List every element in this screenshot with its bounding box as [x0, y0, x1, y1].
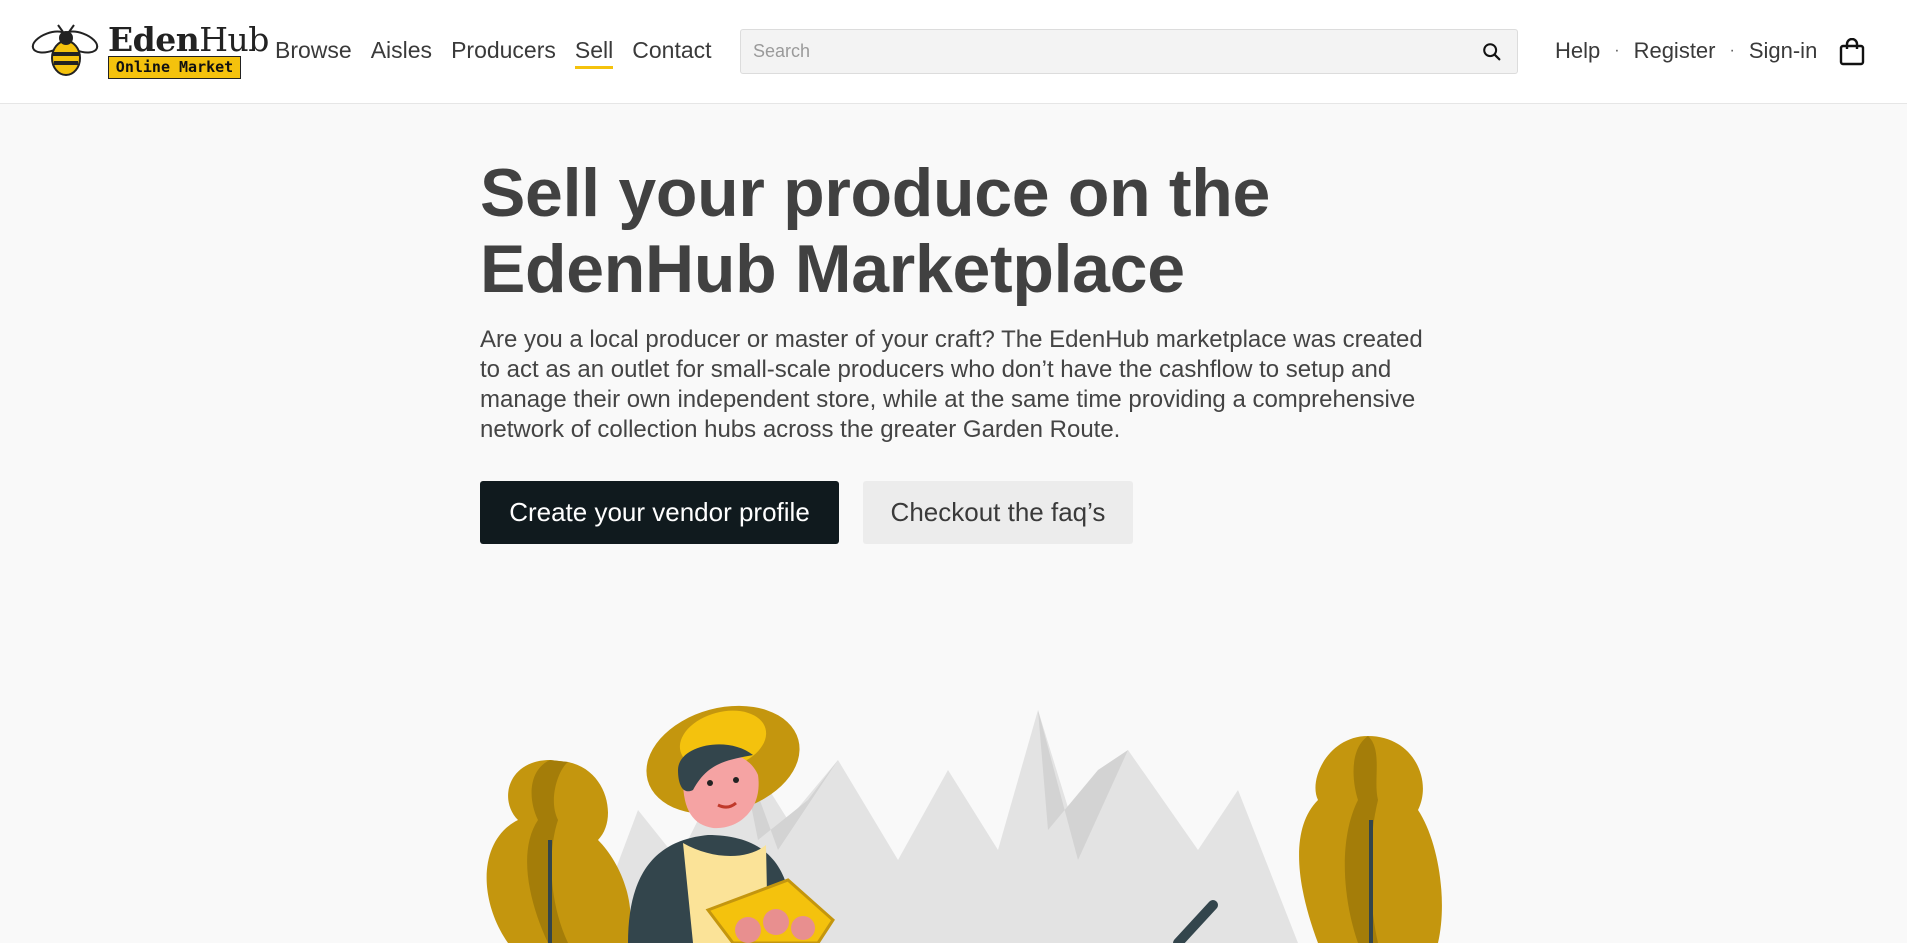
logo-badge: Online Market: [108, 56, 241, 79]
search-input[interactable]: [741, 30, 1461, 73]
main-nav: Browse Aisles Producers Sell Contact: [275, 36, 731, 69]
nav-aisles[interactable]: Aisles: [371, 36, 432, 64]
farmer-eye: [733, 777, 739, 783]
search-bar: [740, 29, 1518, 74]
farmer-eye: [707, 780, 713, 786]
fruit: [735, 917, 761, 943]
title-line-1: Sell your produce on the: [480, 155, 1271, 231]
logo-word-light: Hub: [199, 20, 269, 59]
hero-section: Sell your produce on the EdenHub Marketp…: [480, 155, 1440, 445]
nav-browse[interactable]: Browse: [275, 36, 352, 64]
separator-dot: ·: [1729, 42, 1735, 59]
logo-word-bold: Eden: [108, 20, 200, 59]
title-line-2: EdenHub Marketplace: [480, 231, 1185, 307]
shopping-bag-icon[interactable]: [1838, 38, 1866, 66]
farmer-illustration: [486, 705, 1442, 943]
separator-dot: ·: [1614, 42, 1620, 59]
edenhub-logo[interactable]: EdenHub Online Market: [28, 22, 269, 80]
tree-left: [486, 760, 631, 943]
fruit: [763, 909, 789, 935]
logo-wordmark: EdenHub: [108, 22, 269, 58]
nav-contact[interactable]: Contact: [632, 36, 711, 64]
create-vendor-profile-button[interactable]: Create your vendor profile: [480, 481, 839, 544]
nav-producers[interactable]: Producers: [451, 36, 556, 64]
register-link[interactable]: Register: [1634, 38, 1716, 64]
signin-link[interactable]: Sign-in: [1749, 38, 1817, 64]
help-link[interactable]: Help: [1555, 38, 1600, 64]
fruit: [791, 916, 815, 940]
hero-description: Are you a local producer or master of yo…: [480, 326, 1423, 443]
site-header: EdenHub Online Market Browse Aisles Prod…: [0, 0, 1907, 104]
nav-sell[interactable]: Sell: [574, 36, 614, 69]
account-links: Help · Register · Sign-in: [1555, 38, 1817, 64]
page-title: Sell your produce on the EdenHub Marketp…: [480, 155, 1440, 307]
faq-button[interactable]: Checkout the faq’s: [863, 481, 1133, 544]
hero-actions: Create your vendor profile Checkout the …: [480, 481, 1133, 544]
search-icon[interactable]: [1481, 41, 1503, 63]
bee-icon: [31, 24, 99, 76]
